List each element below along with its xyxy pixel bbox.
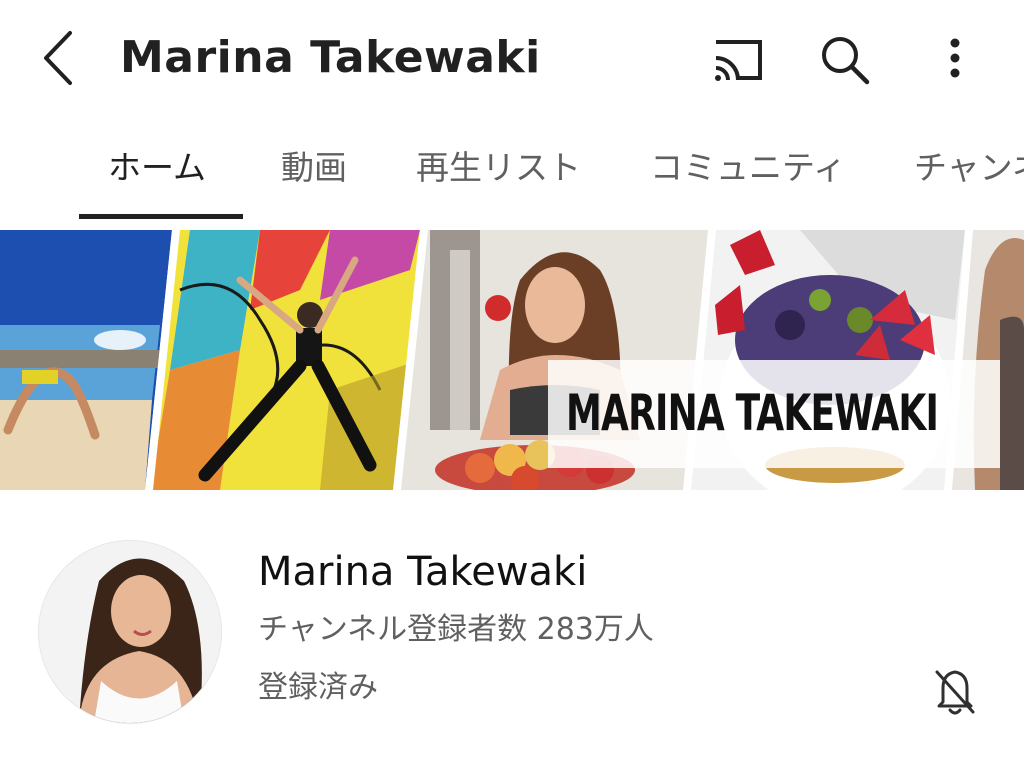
more-options-button[interactable] (922, 28, 986, 92)
banner-title: MARINA TAKEWAKI (566, 384, 939, 442)
tab-videos[interactable]: 動画 (281, 138, 347, 198)
search-button[interactable] (813, 28, 877, 92)
cast-button[interactable] (702, 28, 766, 92)
top-app-bar: Marina Takewaki (0, 0, 1024, 120)
back-arrow-icon (44, 31, 72, 85)
channel-name: Marina Takewaki (258, 549, 588, 595)
more-vert-icon (950, 38, 960, 78)
channel-banner: MARINA TAKEWAKI (0, 230, 1024, 490)
tab-home[interactable]: ホーム (108, 138, 206, 198)
notification-bell-button[interactable] (925, 660, 985, 720)
tab-playlists[interactable]: 再生リスト (416, 138, 581, 198)
subscriber-count: チャンネル登録者数 283万人 (258, 612, 654, 647)
channel-avatar[interactable] (38, 540, 222, 724)
channel-page: Marina Takewaki ホーム 動画 再生リスト コミュニティ チャン … (0, 0, 1024, 770)
tab-channels[interactable]: チャンネル (914, 138, 1024, 198)
search-icon (822, 37, 870, 85)
avatar-photo (39, 541, 221, 723)
back-button[interactable] (30, 25, 90, 91)
bell-off-icon (935, 670, 975, 715)
active-tab-indicator (79, 214, 243, 219)
tab-community[interactable]: コミュニティ (650, 138, 846, 198)
channel-tabs: ホーム 動画 再生リスト コミュニティ チャンネル (0, 120, 1024, 220)
subscribed-status[interactable]: 登録済み (258, 664, 378, 712)
page-title: Marina Takewaki (120, 32, 541, 83)
cast-icon (715, 40, 762, 81)
